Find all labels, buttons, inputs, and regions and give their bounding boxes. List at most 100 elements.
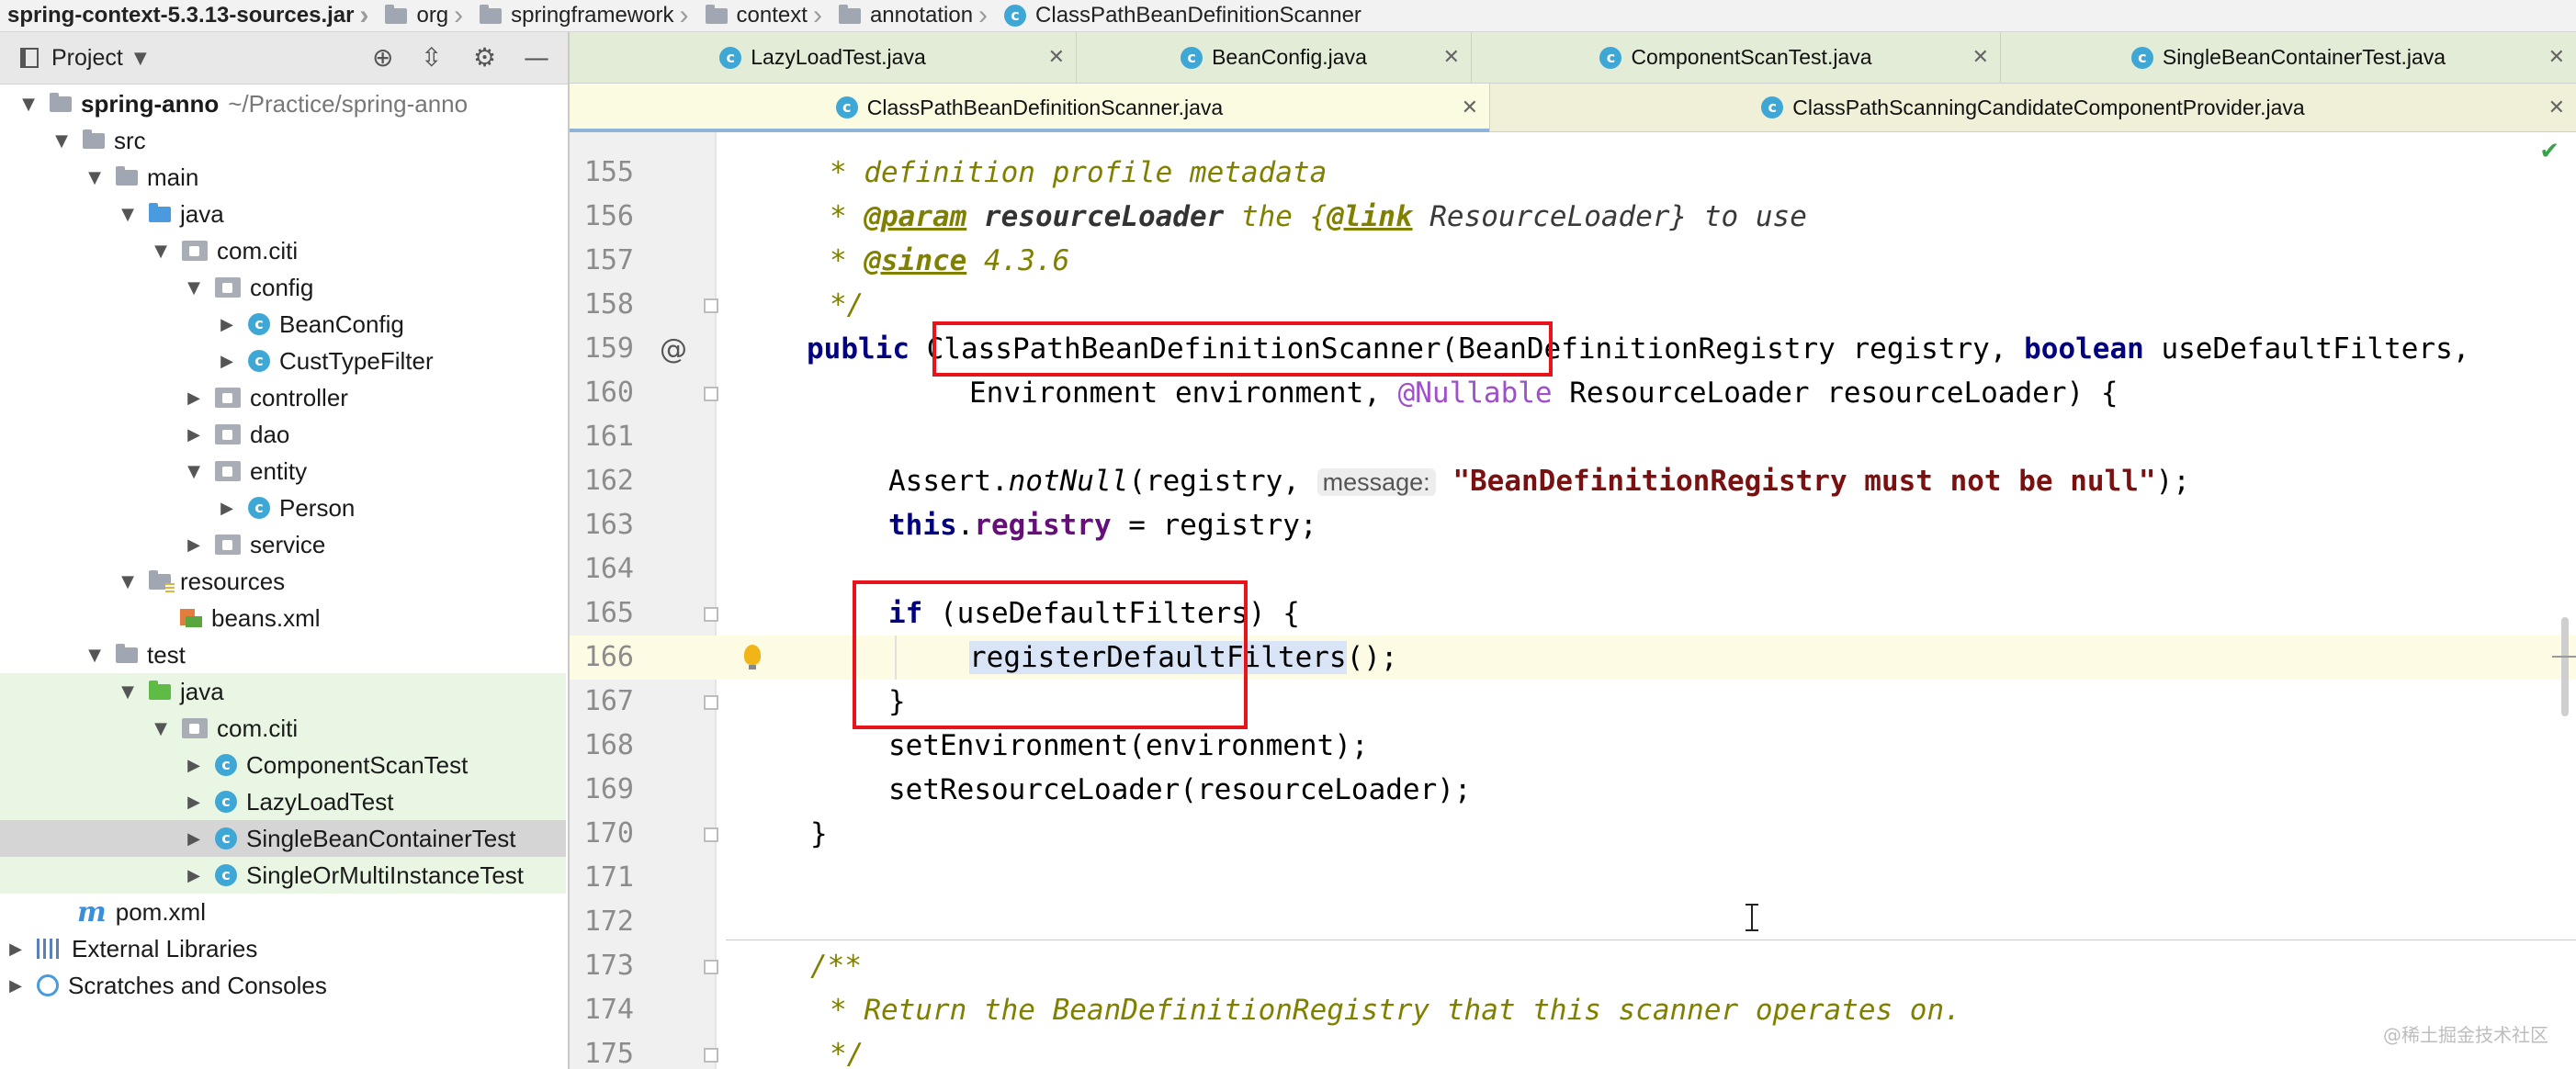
chevron-right-icon[interactable]: ▶	[219, 315, 235, 334]
fold-marker-icon[interactable]	[704, 607, 718, 622]
tree-item-controller[interactable]: ▶ controller	[0, 379, 566, 416]
fold-marker-icon[interactable]	[704, 1048, 718, 1063]
comment-text: * Return the BeanDefinitionRegistry that…	[830, 994, 1961, 1027]
tree-item-custtypefilter[interactable]: ▶ c CustTypeFilter	[0, 343, 566, 379]
close-icon[interactable]: ✕	[2548, 96, 2565, 119]
tree-item-external-libraries[interactable]: ▶ External Libraries	[0, 930, 566, 967]
tree-item-person[interactable]: ▶ c Person	[0, 489, 566, 526]
tab-componentscantest[interactable]: c ComponentScanTest.java ✕	[1472, 32, 2001, 83]
text-cursor-icon	[1746, 904, 1758, 931]
fold-marker-icon[interactable]	[704, 387, 718, 401]
tree-item-entity[interactable]: ▼ entity	[0, 453, 566, 489]
fold-marker-icon[interactable]	[704, 695, 718, 710]
chevron-right-icon[interactable]: ▶	[219, 499, 235, 518]
close-icon[interactable]: ✕	[1443, 46, 1460, 69]
chevron-right-icon[interactable]: ▶	[186, 535, 202, 555]
chevron-down-icon[interactable]: ▼	[153, 242, 169, 261]
tree-item-java-main[interactable]: ▼ java	[0, 196, 566, 232]
code-line-172: 172	[570, 900, 2576, 944]
chevron-right-icon[interactable]: ▶	[7, 976, 24, 996]
tree-item-config[interactable]: ▼ config	[0, 269, 566, 306]
chevron-right-icon[interactable]: ▶	[186, 388, 202, 408]
chevron-right-icon[interactable]: ▶	[186, 866, 202, 885]
tree-item-componentscantest[interactable]: ▶ c ComponentScanTest	[0, 747, 566, 783]
chevron-right-icon[interactable]: ▶	[186, 829, 202, 849]
collapse-all-icon[interactable]: ⇳	[421, 45, 442, 71]
tree-item-singleormultiinstancetest[interactable]: ▶ c SingleOrMultiInstanceTest	[0, 857, 566, 894]
locate-icon[interactable]: ⊕	[372, 45, 393, 71]
tree-item-beans-xml[interactable]: beans.xml	[0, 600, 566, 636]
chevron-down-icon[interactable]: ▼	[53, 131, 70, 151]
code-line-159: 159 @ public ClassPathBeanDefinitionScan…	[570, 327, 2576, 371]
chevron-down-icon[interactable]: ▼	[119, 205, 136, 224]
tree-item-singlebeancontainertest[interactable]: ▶ c SingleBeanContainerTest	[0, 820, 566, 857]
chevron-down-icon[interactable]: ▼	[186, 462, 202, 481]
tree-item-beanconfig[interactable]: ▶ c BeanConfig	[0, 306, 566, 343]
chevron-down-icon[interactable]: ▼	[186, 278, 202, 298]
chevron-down-icon[interactable]: ▼	[119, 572, 136, 591]
chevron-down-icon[interactable]: ▼	[20, 95, 37, 114]
tree-item-java-test[interactable]: ▼ java	[0, 673, 566, 710]
tree-item-scratches[interactable]: ▶ Scratches and Consoles	[0, 967, 566, 1004]
close-icon[interactable]: ✕	[1048, 46, 1065, 69]
chevron-right-icon[interactable]: ▶	[186, 425, 202, 444]
tree-item-service[interactable]: ▶ service	[0, 526, 566, 563]
chevron-down-icon[interactable]: ▼	[86, 168, 103, 187]
chevron-down-icon[interactable]: ▼	[119, 682, 136, 702]
implements-marker-icon[interactable]: @	[660, 336, 687, 364]
minimize-icon[interactable]: —	[524, 45, 549, 71]
tree-item-spring-anno[interactable]: ▼ spring-anno ~/Practice/spring-anno	[0, 85, 566, 122]
tree-item-lazyloadtest[interactable]: ▶ c LazyLoadTest	[0, 783, 566, 820]
code-line-162: 162 Assert.notNull(registry, message: "B…	[570, 459, 2576, 503]
tab-classpathscanningcandidatecomponentprovider[interactable]: c ClassPathScanningCandidateComponentPro…	[1490, 84, 2576, 131]
chevron-right-icon[interactable]: ▶	[219, 352, 235, 371]
code-line-173: 173 /**	[570, 944, 2576, 988]
tree-item-pom-xml[interactable]: m pom.xml	[0, 894, 566, 930]
tree-item-com-citi-test[interactable]: ▼ com.citi	[0, 710, 566, 747]
close-icon[interactable]: ✕	[2548, 46, 2565, 69]
tree-item-resources[interactable]: ▼ resources	[0, 563, 566, 600]
keyword: this	[888, 509, 957, 542]
tree-label: java	[180, 677, 224, 705]
gear-icon[interactable]: ⚙	[473, 45, 496, 71]
project-view-selector[interactable]: Project ▼	[0, 45, 147, 72]
breadcrumb-item-context[interactable]: context ›	[698, 0, 831, 31]
project-panel-icon	[20, 48, 39, 68]
breadcrumb-item-annotation[interactable]: annotation ›	[831, 0, 997, 31]
chevron-down-icon[interactable]: ▼	[153, 719, 169, 738]
tree-label: CustTypeFilter	[279, 346, 434, 375]
breadcrumb-item-springframework[interactable]: springframework ›	[472, 0, 697, 31]
vertical-scrollbar[interactable]	[2561, 617, 2569, 716]
tree-item-test[interactable]: ▼ test	[0, 636, 566, 673]
fold-marker-icon[interactable]	[704, 298, 718, 313]
line-number: 170	[583, 817, 634, 850]
tab-singlebeancontainertest[interactable]: c SingleBeanContainerTest.java ✕	[2001, 32, 2576, 83]
fold-marker-icon[interactable]	[704, 827, 718, 842]
chevron-down-icon[interactable]: ▼	[86, 646, 103, 665]
chevron-right-icon[interactable]: ▶	[7, 940, 24, 959]
tree-item-src[interactable]: ▼ src	[0, 122, 566, 159]
tab-classpathbeandefinitionscanner[interactable]: c ClassPathBeanDefinitionScanner.java ✕	[570, 84, 1490, 132]
comment-text: *	[830, 244, 864, 277]
tree-item-main[interactable]: ▼ main	[0, 159, 566, 196]
code-editor[interactable]: ✔ 155 * definition profile metadata 156 …	[570, 132, 2576, 1069]
watermark: @稀土掘金技术社区	[2383, 1024, 2548, 1046]
breadcrumb-item-current[interactable]: c ClassPathBeanDefinitionScanner	[997, 3, 1361, 28]
chevron-right-icon[interactable]: ▶	[186, 756, 202, 775]
tree-item-dao[interactable]: ▶ dao	[0, 416, 566, 453]
project-toolbar: Project ▼ ⊕ ⇳ ⚙ —	[0, 32, 568, 84]
breadcrumb-item-org[interactable]: org ›	[378, 0, 472, 31]
close-icon[interactable]: ✕	[1462, 96, 1478, 119]
tree-item-com-citi[interactable]: ▼ com.citi	[0, 232, 566, 269]
chevron-right-icon[interactable]: ▶	[186, 793, 202, 812]
line-number: 159	[583, 332, 634, 365]
breadcrumb-jar-label: spring-context-5.3.13-sources.jar	[7, 3, 355, 28]
code-text: ResourceLoader resourceLoader) {	[1552, 377, 2118, 410]
breadcrumb-jar[interactable]: spring-context-5.3.13-sources.jar ›	[0, 0, 378, 31]
fold-marker-icon[interactable]	[704, 960, 718, 974]
lightbulb-icon[interactable]	[744, 645, 761, 670]
line-number: 163	[583, 509, 634, 541]
close-icon[interactable]: ✕	[1972, 46, 1989, 69]
tab-lazyloadtest[interactable]: c LazyLoadTest.java ✕	[570, 32, 1077, 83]
tab-beanconfig[interactable]: c BeanConfig.java ✕	[1077, 32, 1472, 83]
